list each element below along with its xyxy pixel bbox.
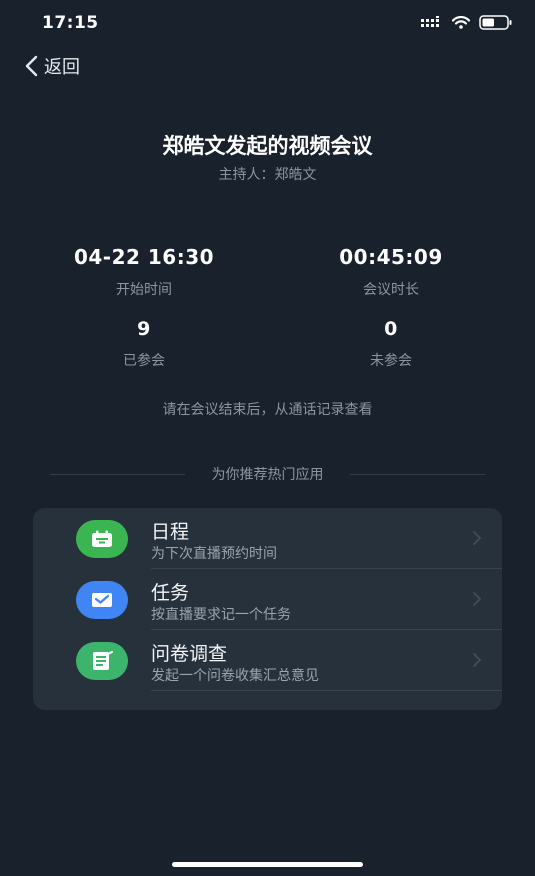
chevron-right-icon xyxy=(473,592,481,606)
meeting-host: 主持人：郑皓文 xyxy=(218,167,317,183)
stat-absent: 0 未参会 xyxy=(291,318,491,370)
back-label: 返回 xyxy=(44,57,80,78)
app-item-task[interactable]: 任务 按直播要求记一个任务 xyxy=(33,569,502,630)
app-item-survey[interactable]: 问卷调查 发起一个问卷收集汇总意见 xyxy=(33,630,502,691)
back-button[interactable]: 返回 xyxy=(24,53,80,79)
chevron-left-icon xyxy=(25,55,38,77)
app-item-calendar[interactable]: 日程 为下次直播预约时间 xyxy=(33,508,502,569)
signal-icon xyxy=(421,15,439,27)
app-desc: 发起一个问卷收集汇总意见 xyxy=(151,668,319,684)
notice-text: 请在会议结束后，从通话记录查看 xyxy=(162,402,373,418)
start-time-label: 开始时间 xyxy=(116,282,172,298)
stat-duration: 00:45:09 会议时长 xyxy=(291,245,491,299)
divider-right xyxy=(350,474,485,475)
home-indicator[interactable] xyxy=(172,862,363,867)
duration-value: 00:45:09 xyxy=(339,245,443,269)
row-divider xyxy=(151,690,502,691)
stat-start-time: 04-22 16:30 开始时间 xyxy=(44,245,244,299)
battery-icon xyxy=(479,15,512,30)
mail-icon xyxy=(76,581,128,619)
app-list-card: 日程 为下次直播预约时间 任务 按直播要求记一个任务 问卷调查 发起一个问卷收集… xyxy=(33,508,502,710)
chevron-right-icon xyxy=(473,653,481,667)
status-icons xyxy=(421,15,513,30)
app-desc: 按直播要求记一个任务 xyxy=(151,607,291,623)
absent-value: 0 xyxy=(384,318,398,340)
survey-icon xyxy=(76,642,128,680)
start-time-value: 04-22 16:30 xyxy=(73,245,215,269)
attended-label: 已参会 xyxy=(123,353,165,369)
meeting-title: 郑皓文发起的视频会议 xyxy=(162,134,373,158)
calendar-icon xyxy=(76,520,128,558)
status-time: 17:15 xyxy=(42,13,99,33)
app-name: 日程 xyxy=(151,521,190,543)
app-name: 问卷调查 xyxy=(151,643,228,665)
app-desc: 为下次直播预约时间 xyxy=(151,546,277,562)
wifi-icon xyxy=(452,16,470,29)
absent-label: 未参会 xyxy=(370,353,412,369)
app-name: 任务 xyxy=(151,582,190,604)
stat-attended: 9 已参会 xyxy=(44,318,244,370)
duration-label: 会议时长 xyxy=(363,282,419,298)
chevron-right-icon xyxy=(473,531,481,545)
attended-value: 9 xyxy=(137,318,151,340)
status-bar: 17:15 xyxy=(0,0,535,46)
